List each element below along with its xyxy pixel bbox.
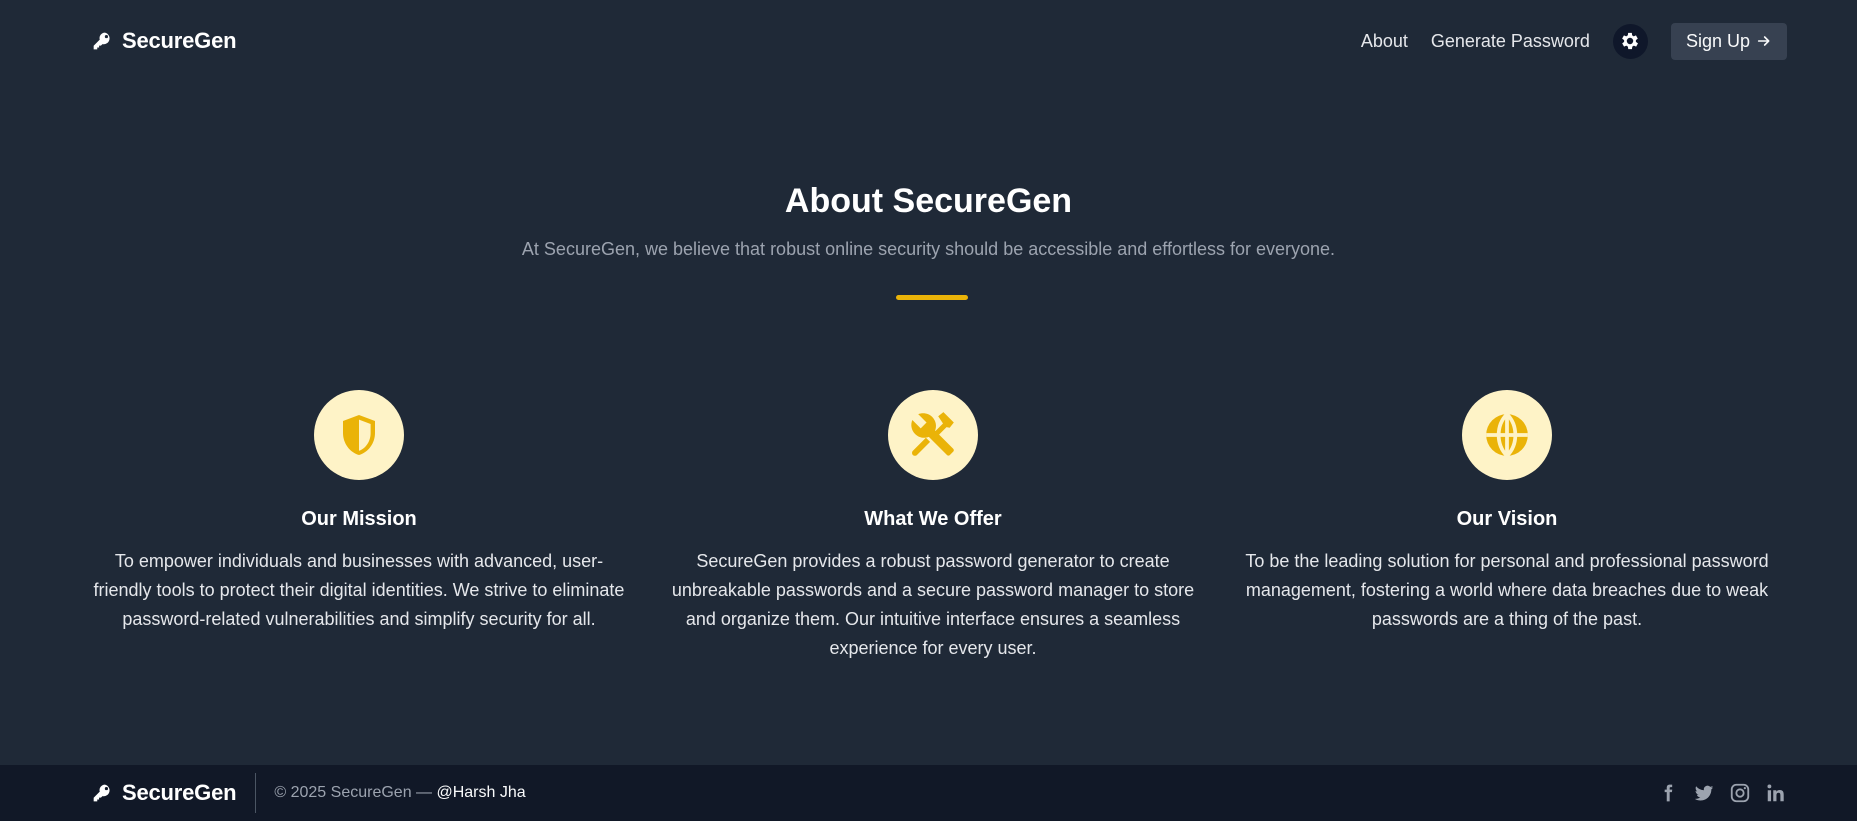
author-link[interactable]: @Harsh Jha [436,784,525,801]
linkedin-link[interactable] [1765,782,1787,804]
brand-name: SecureGen [122,28,237,53]
copyright-text: © 2025 SecureGen — @Harsh Jha [274,784,525,802]
card-title: Our Vision [1456,508,1558,530]
navbar: SecureGen About Generate Password Sign U… [0,0,1857,82]
card-title: Our Mission [301,508,417,530]
card-vision: Our Vision To be the leading solution fo… [1240,390,1774,663]
facebook-link[interactable] [1657,782,1679,804]
copyright-label: © 2025 SecureGen — [274,784,437,801]
instagram-link[interactable] [1729,782,1751,804]
page-title: About SecureGen [784,182,1073,220]
key-icon [92,31,112,51]
mission-icon-circle [314,390,404,480]
sign-up-label: Sign Up [1685,30,1750,51]
nav-links: About Generate Password Sign Up [1338,22,1787,60]
gear-icon [1622,32,1639,50]
sign-up-button[interactable]: Sign Up [1670,22,1787,60]
tools-icon [911,412,954,456]
arrow-right-icon [1757,36,1770,46]
facebook-icon [1664,784,1673,802]
nav-link-generate-password[interactable]: Generate Password [1431,31,1590,52]
globe-icon [1486,411,1528,459]
key-icon [92,783,112,803]
offer-icon-circle [888,390,978,480]
shield-icon [343,415,375,455]
footer-brand-name: SecureGen [122,780,237,805]
title-underline [896,295,968,300]
nav-link-about[interactable]: About [1361,31,1408,52]
footer: SecureGen © 2025 SecureGen — @Harsh Jha [0,765,1857,821]
feature-cards: Our Mission To empower individuals and b… [92,390,1774,663]
card-mission: Our Mission To empower individuals and b… [92,390,626,663]
card-text: To empower individuals and businesses wi… [93,551,625,629]
card-title: What We Offer [864,508,1002,530]
twitter-link[interactable] [1693,782,1715,804]
card-offer: What We Offer SecureGen provides a robus… [666,390,1200,663]
card-text: SecureGen provides a robust password gen… [671,551,1195,658]
twitter-icon [1694,785,1714,801]
card-text: To be the leading solution for personal … [1245,551,1769,629]
page-subtitle: At SecureGen, we believe that robust onl… [521,239,1336,259]
theme-toggle-button[interactable] [1612,23,1648,59]
social-links [1657,782,1787,804]
vision-icon-circle [1462,390,1552,480]
instagram-icon [1730,783,1750,803]
brand-logo-link[interactable]: SecureGen [92,28,237,54]
about-hero: About SecureGen At SecureGen, we believe… [0,182,1857,260]
footer-brand-link[interactable]: SecureGen [92,780,237,806]
linkedin-icon [1767,784,1784,802]
footer-divider [255,773,257,813]
